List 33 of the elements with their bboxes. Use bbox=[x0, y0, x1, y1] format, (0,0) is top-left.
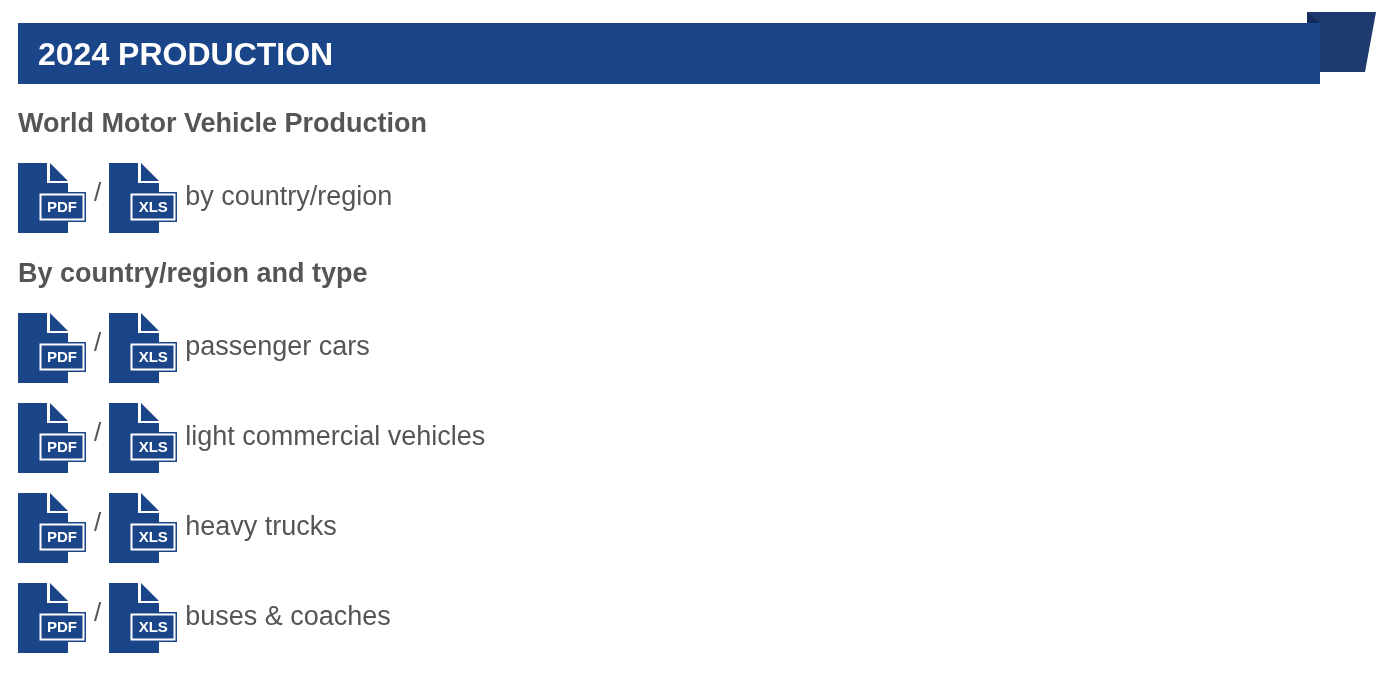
file-download-link[interactable]: XLS bbox=[109, 493, 178, 563]
section-heading: World Motor Vehicle Production bbox=[18, 108, 428, 138]
document-icon bbox=[18, 163, 86, 233]
document-icon bbox=[109, 493, 178, 563]
document-icon bbox=[109, 163, 178, 233]
file-download-link[interactable]: XLS bbox=[109, 313, 178, 383]
separator-text: / bbox=[94, 327, 102, 357]
row-label: heavy trucks bbox=[185, 510, 337, 542]
document-icon bbox=[18, 493, 86, 563]
section-heading: By country/region and type bbox=[18, 258, 368, 288]
file-download-link[interactable]: PDF bbox=[18, 163, 86, 233]
file-download-link[interactable]: XLS bbox=[109, 583, 178, 653]
separator-text: / bbox=[94, 177, 102, 207]
separator-text: / bbox=[94, 597, 102, 627]
file-download-link[interactable]: PDF bbox=[18, 313, 86, 383]
document-icon bbox=[18, 313, 86, 383]
row-label: passenger cars bbox=[185, 330, 370, 362]
separator-text: / bbox=[94, 507, 102, 537]
row-label: by country/region bbox=[185, 180, 393, 212]
document-icon bbox=[18, 583, 86, 653]
file-download-link[interactable]: PDF bbox=[18, 403, 86, 473]
row-label: buses & coaches bbox=[185, 600, 391, 632]
row-label: light commercial vehicles bbox=[185, 420, 486, 452]
file-download-link[interactable]: PDF bbox=[18, 583, 86, 653]
document-icon bbox=[18, 403, 86, 473]
document-icon bbox=[109, 313, 178, 383]
separator-text: / bbox=[94, 417, 102, 447]
file-download-link[interactable]: PDF bbox=[18, 493, 86, 563]
document-icon bbox=[109, 403, 178, 473]
file-download-link[interactable]: XLS bbox=[109, 403, 178, 473]
banner-title: 2024 PRODUCTION bbox=[38, 34, 334, 73]
document-icon bbox=[109, 583, 178, 653]
file-download-link[interactable]: XLS bbox=[109, 163, 178, 233]
